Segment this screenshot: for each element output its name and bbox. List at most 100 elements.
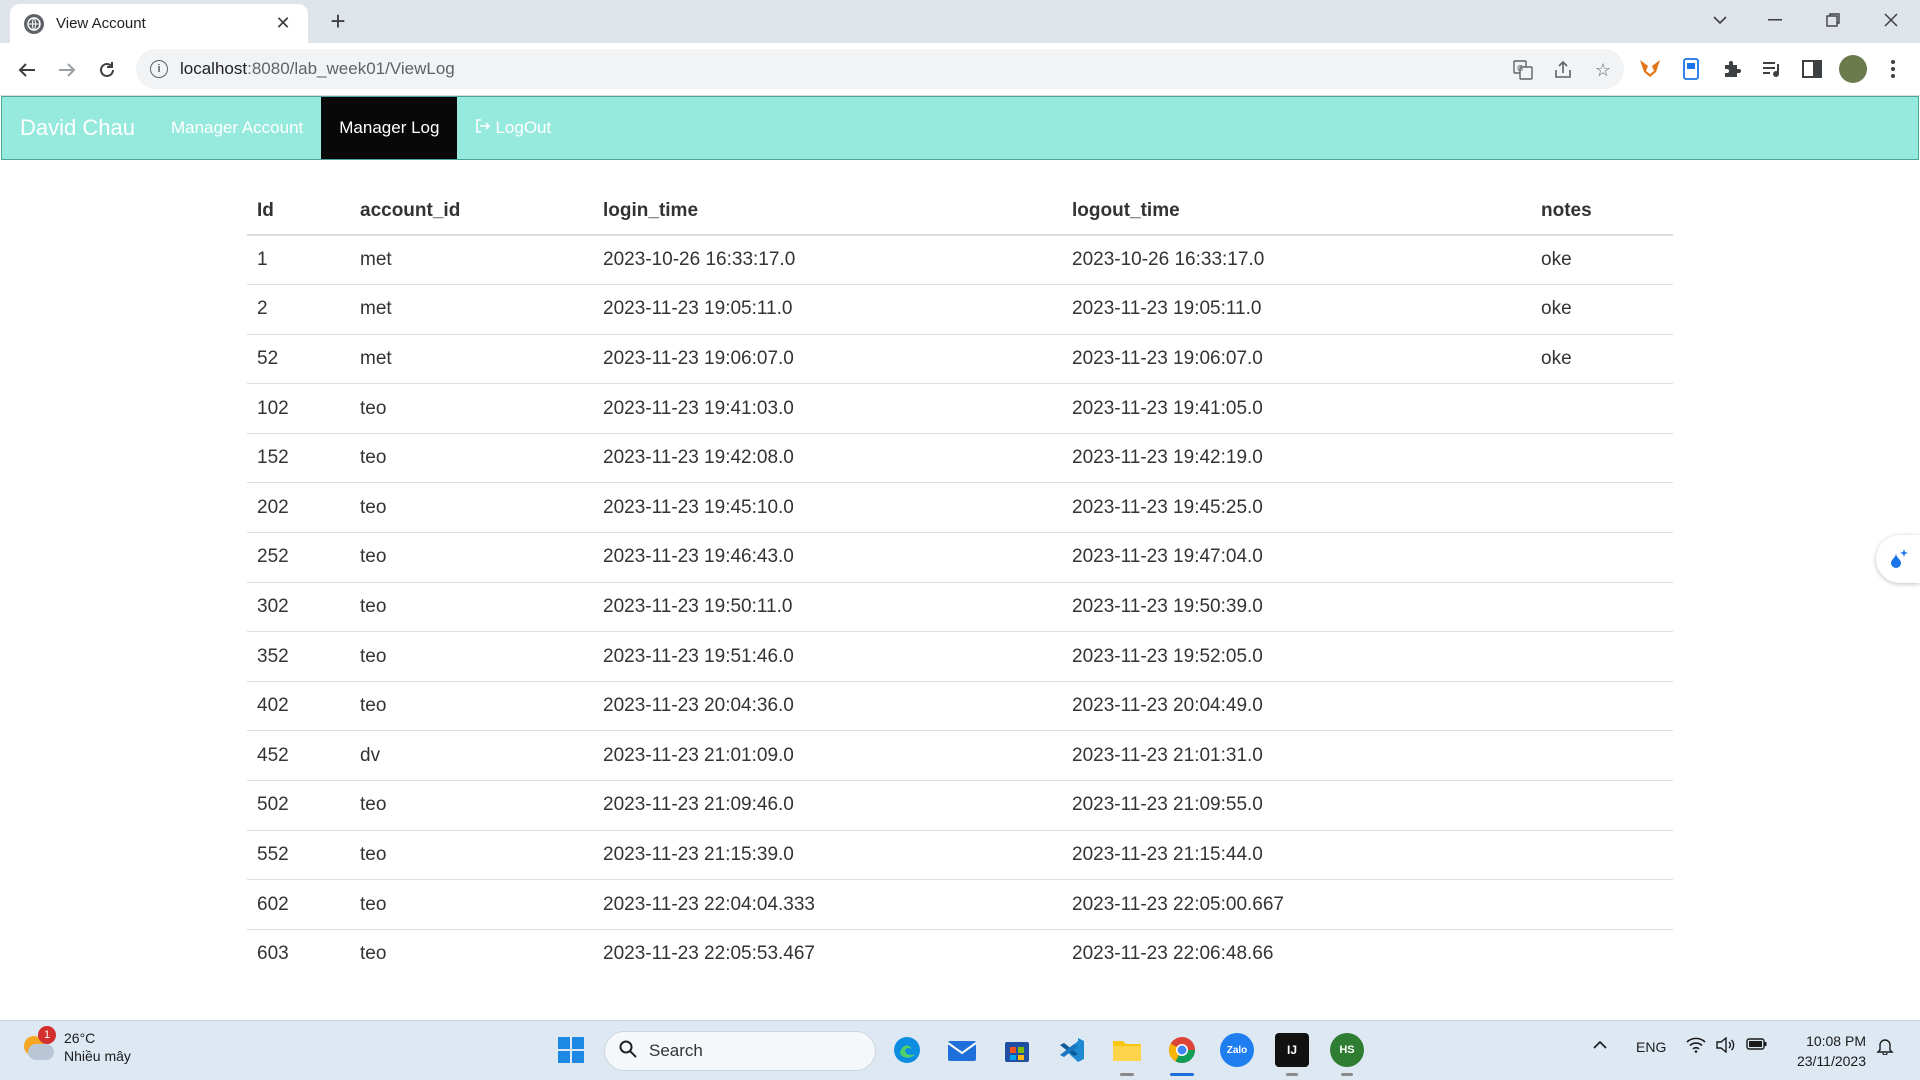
nav-logout[interactable]: LogOut: [457, 97, 569, 159]
cell-account-id: teo: [350, 383, 593, 434]
weather-widget[interactable]: 1 26°C Nhiều mây: [22, 1026, 131, 1065]
site-info-icon[interactable]: i: [150, 60, 168, 78]
cell-notes: [1531, 730, 1673, 781]
close-window-button[interactable]: [1871, 0, 1911, 40]
cell-notes: [1531, 581, 1673, 632]
tab-close-icon[interactable]: ✕: [272, 13, 294, 34]
table-row: 603 teo 2023-11-23 22:05:53.467 2023-11-23 …: [247, 928, 1673, 979]
file-explorer-icon[interactable]: [1110, 1033, 1144, 1067]
table-row: 452 dv 2023-11-23 21:01:09.0 2023-11-23 21:…: [247, 730, 1673, 781]
battery-icon[interactable]: [1746, 1037, 1768, 1054]
header-login-time: login_time: [593, 188, 1062, 236]
header-notes: notes: [1531, 188, 1673, 236]
cell-account-id: dv: [350, 730, 593, 781]
cell-login-time: 2023-11-23 21:15:39.0: [593, 829, 1062, 880]
url-host: localhost: [180, 59, 248, 78]
new-tab-button[interactable]: +: [322, 6, 354, 38]
nav-manager-account[interactable]: Manager Account: [153, 97, 321, 159]
cell-id: 252: [247, 532, 350, 583]
table-row: 1 met 2023-10-26 16:33:17.0 2023-10-26 16:3…: [247, 235, 1673, 285]
address-bar[interactable]: i localhost:8080/lab_week01/ViewLog G ☆: [136, 49, 1624, 89]
cell-id: 452: [247, 730, 350, 781]
cell-login-time: 2023-11-23 21:09:46.0: [593, 780, 1062, 831]
cell-notes: [1531, 780, 1673, 831]
bookmark-star-icon[interactable]: ☆: [1592, 59, 1614, 81]
hs-running-indicator: [1341, 1073, 1353, 1076]
cell-account-id: teo: [350, 482, 593, 533]
table-row: 552 teo 2023-11-23 21:15:39.0 2023-11-23 21…: [247, 829, 1673, 880]
chrome-menu-icon[interactable]: [1880, 56, 1906, 82]
translate-icon[interactable]: G: [1512, 59, 1534, 81]
cell-login-time: 2023-11-23 21:01:09.0: [593, 730, 1062, 781]
taskbar-search[interactable]: Search: [604, 1031, 876, 1071]
hs-app-icon[interactable]: HS: [1330, 1033, 1364, 1067]
browser-toolbar: i localhost:8080/lab_week01/ViewLog G ☆: [0, 43, 1920, 96]
cell-login-time: 2023-11-23 22:05:53.467: [593, 928, 1062, 979]
table-body: 1 met 2023-10-26 16:33:17.0 2023-10-26 16:3…: [247, 235, 1673, 979]
restore-button[interactable]: [1813, 0, 1853, 40]
reload-icon[interactable]: [90, 53, 124, 87]
vscode-icon[interactable]: [1055, 1033, 1089, 1067]
cell-notes: [1531, 532, 1673, 583]
cell-id: 302: [247, 581, 350, 632]
cell-logout-time: 2023-11-23 19:42:19.0: [1062, 432, 1531, 483]
profile-avatar[interactable]: [1839, 55, 1867, 83]
media-control-icon[interactable]: [1759, 56, 1785, 82]
explorer-running-indicator: [1120, 1073, 1134, 1076]
share-icon[interactable]: [1552, 59, 1574, 81]
metamask-extension-icon[interactable]: [1637, 56, 1663, 82]
edge-icon[interactable]: [890, 1033, 924, 1067]
cell-id: 352: [247, 631, 350, 682]
side-panel-icon[interactable]: [1799, 56, 1825, 82]
zalo-label: Zalo: [1226, 1044, 1248, 1056]
cell-id: 402: [247, 680, 350, 731]
cell-notes: oke: [1531, 284, 1673, 335]
forward-arrow-icon[interactable]: [50, 53, 84, 87]
cell-account-id: met: [350, 284, 593, 335]
cell-id: 602: [247, 879, 350, 930]
cell-login-time: 2023-11-23 19:50:11.0: [593, 581, 1062, 632]
volume-icon[interactable]: [1716, 1036, 1736, 1056]
cell-login-time: 2023-11-23 19:46:43.0: [593, 532, 1062, 583]
cell-login-time: 2023-11-23 19:42:08.0: [593, 432, 1062, 483]
intellij-icon[interactable]: IJ: [1275, 1033, 1309, 1067]
chrome-icon[interactable]: [1165, 1033, 1199, 1067]
tab-search-chevron-icon[interactable]: [1700, 0, 1740, 40]
chrome-active-indicator: [1170, 1073, 1194, 1076]
taskbar-clock[interactable]: 10:08 PM 23/11/2023: [1797, 1031, 1866, 1071]
tray-chevron-up-icon[interactable]: [1592, 1037, 1608, 1053]
wifi-icon[interactable]: [1686, 1037, 1706, 1056]
windows-start-icon[interactable]: [554, 1033, 588, 1067]
cell-logout-time: 2023-11-23 21:09:55.0: [1062, 780, 1531, 831]
minimize-button[interactable]: [1755, 0, 1795, 40]
mail-icon[interactable]: [945, 1033, 979, 1067]
nav-manager-log[interactable]: Manager Log: [321, 97, 458, 159]
cell-login-time: 2023-11-23 19:06:07.0: [593, 333, 1062, 384]
cell-account-id: met: [360, 249, 392, 271]
sparkle-helper-icon[interactable]: [1876, 535, 1920, 583]
cell-notes: [1531, 432, 1673, 483]
brand-link[interactable]: David Chau: [2, 97, 153, 159]
cell-account-id: teo: [350, 829, 593, 880]
notification-bell-icon[interactable]: [1876, 1037, 1894, 1058]
language-indicator[interactable]: ENG: [1636, 1039, 1666, 1055]
cell-notes: [1531, 680, 1673, 731]
table-row: 202 teo 2023-11-23 19:45:10.0 2023-11-23 19…: [247, 482, 1673, 533]
cell-logout-time: 2023-11-23 21:01:31.0: [1062, 730, 1531, 781]
zalo-icon[interactable]: Zalo: [1220, 1033, 1254, 1067]
back-arrow-icon[interactable]: [10, 53, 44, 87]
cell-account-id: teo: [350, 581, 593, 632]
cell-logout-time: 2023-11-23 19:45:25.0: [1062, 482, 1531, 533]
cell-logout-time: 2023-11-23 22:05:00.667: [1062, 879, 1531, 930]
cell-logout-time: 2023-11-23 19:05:11.0: [1062, 284, 1531, 335]
cell-logout-time: 2023-11-23 19:50:39.0: [1062, 581, 1531, 632]
notes-extension-icon[interactable]: [1678, 56, 1704, 82]
table-row: 352 teo 2023-11-23 19:51:46.0 2023-11-23 19…: [247, 631, 1673, 682]
cell-id: 603: [247, 928, 350, 979]
extensions-puzzle-icon[interactable]: [1719, 56, 1745, 82]
browser-tab[interactable]: View Account ✕: [10, 4, 308, 43]
store-icon[interactable]: [1000, 1033, 1034, 1067]
cell-account-id: teo: [350, 780, 593, 831]
cell-logout-time: 2023-11-23 19:41:05.0: [1062, 383, 1531, 434]
cell-account-id: teo: [350, 432, 593, 483]
